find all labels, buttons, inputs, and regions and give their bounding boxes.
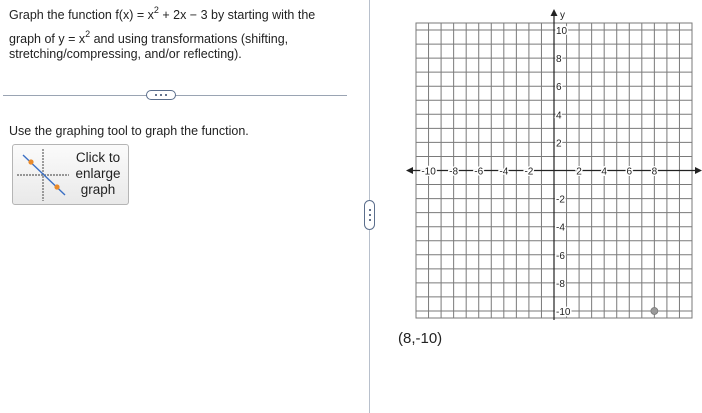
coordinate-readout: (8,-10) — [398, 330, 443, 347]
question-line-2: graph of y = x2 and using transformation… — [9, 29, 339, 48]
x-tick-label: 4 — [601, 167, 607, 178]
x-axis-arrow-left — [406, 167, 413, 174]
vertical-ellipsis-icon[interactable] — [364, 200, 375, 230]
question-text: Graph the function f(x) = x2 + 2x − 3 by… — [9, 6, 339, 63]
y-tick-label: -4 — [556, 223, 565, 234]
question-pane: Graph the function f(x) = x2 + 2x − 3 by… — [0, 0, 352, 413]
plotted-point[interactable] — [650, 307, 659, 315]
x-tick-label: 8 — [652, 167, 658, 178]
enlarge-label-line: Click to — [75, 150, 121, 165]
y-tick-label: 4 — [556, 110, 562, 121]
graph-thumbnail-icon — [17, 149, 69, 201]
question-line-3: stretching/compressing, and/or reflectin… — [9, 47, 242, 61]
x-tick-label: -4 — [499, 167, 508, 178]
y-tick-label: -10 — [556, 307, 571, 318]
enlarge-graph-button[interactable]: Click to enlarge graph — [12, 144, 129, 205]
x-tick-label: -2 — [524, 167, 533, 178]
y-tick-label: -8 — [556, 279, 565, 290]
question-text-part: graph of y = x — [9, 31, 86, 46]
y-tick-label: -2 — [556, 195, 565, 206]
enlarge-label-line: graph — [80, 182, 116, 197]
question-text-part: and using transformations (shifting, — [90, 31, 289, 46]
y-tick-label: 8 — [556, 54, 562, 65]
y-axis-arrow-up — [550, 9, 558, 16]
y-axis-label: y — [560, 10, 565, 21]
instruction-text: Use the graphing tool to graph the funct… — [9, 124, 249, 138]
y-tick-label: 2 — [556, 138, 562, 149]
y-tick-label: 6 — [556, 82, 562, 93]
x-axis-arrow-right — [695, 167, 702, 174]
question-text-part: + 2x − 3 by starting with the — [158, 8, 316, 22]
x-tick-label: -10 — [421, 167, 436, 178]
enlarge-label-line: enlarge — [75, 166, 121, 181]
coordinate-grid[interactable]: y -10 -8 -6 -4 -2 2 4 6 8 10 8 6 4 2 -2 -4 -6 -8 -10 — [400, 0, 702, 320]
graphing-tool[interactable]: y -10 -8 -6 -4 -2 2 4 6 8 10 8 6 4 2 -2 -4 -6 -8 -10 — [400, 0, 702, 320]
y-tick-label: 10 — [556, 26, 568, 37]
ellipsis-icon[interactable] — [146, 90, 176, 100]
x-tick-label: 2 — [576, 167, 582, 178]
x-tick-label: 6 — [626, 167, 632, 178]
y-tick-label: -6 — [556, 251, 565, 262]
question-line-1: Graph the function f(x) = x2 + 2x − 3 by… — [9, 6, 339, 24]
enlarge-graph-label: Click to enlarge graph — [69, 150, 127, 198]
x-tick-label: -8 — [449, 167, 458, 178]
question-text-part: Graph the function f(x) = x — [9, 8, 154, 22]
x-tick-label: -6 — [474, 167, 483, 178]
